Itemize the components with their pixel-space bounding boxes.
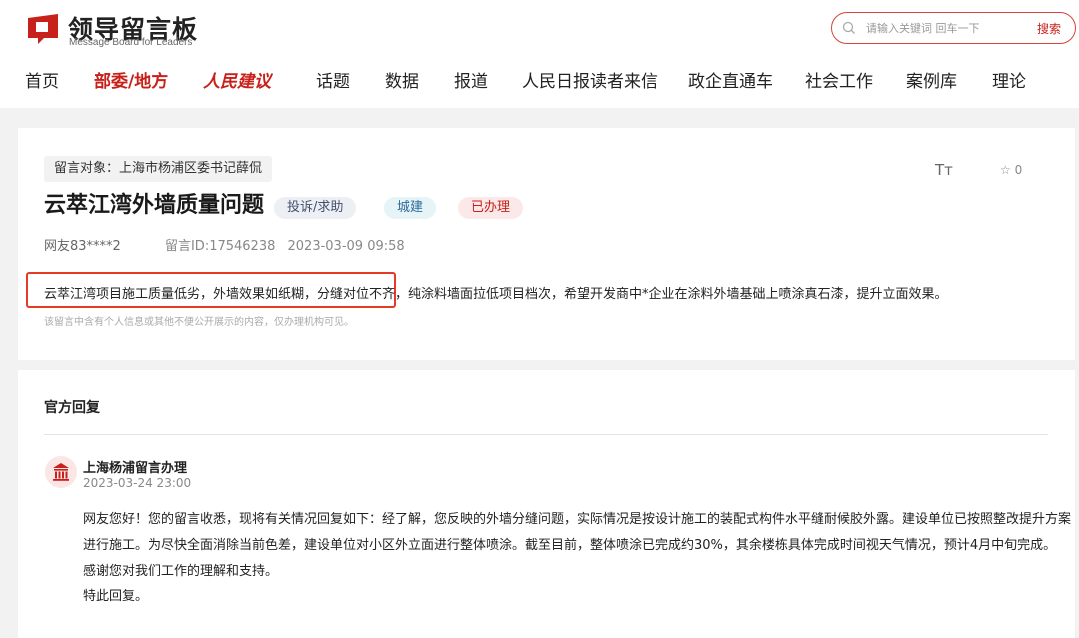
- site-header: 领导留言板 Message Board for Leaders 搜索 首页 部委…: [0, 0, 1079, 108]
- nav-item-data[interactable]: 数据: [385, 62, 419, 102]
- message-title-row: 云萃江湾外墙质量问题 投诉/求助 城建 已办理: [44, 190, 564, 222]
- search-input[interactable]: [866, 18, 1016, 38]
- search-bar: 搜索: [831, 12, 1076, 44]
- official-reply-card: 官方回复 上海杨浦留言办理 2023-03-24 23:00 网友您好！您的留言…: [18, 370, 1075, 638]
- type-badge: 投诉/求助: [274, 197, 357, 219]
- nav-item-reader-letters[interactable]: 人民日报读者来信: [522, 62, 658, 102]
- main-nav: 首页 部委/地方 人民建议 话题 数据 报道 人民日报读者来信 政企直通车 社会…: [0, 62, 1079, 102]
- nav-item-home[interactable]: 首页: [25, 62, 59, 102]
- search-button[interactable]: 搜索: [1037, 20, 1061, 37]
- reply-paragraph: 网友您好！您的留言收悉，现将有关情况回复如下：经了解，您反映的外墙分缝问题，实际…: [83, 512, 1072, 527]
- status-badge: 已办理: [458, 197, 524, 219]
- logo-subtitle: Message Board for Leaders: [69, 37, 193, 48]
- nav-item-theory[interactable]: 理论: [992, 62, 1026, 102]
- category-badge: 城建: [384, 197, 437, 219]
- message-card: 留言对象：上海市杨浦区委书记薛侃 Tт ☆ 0 云萃江湾外墙质量问题 投诉/求助…: [18, 128, 1075, 360]
- nav-item-case-library[interactable]: 案例库: [906, 62, 957, 102]
- reply-heading: 官方回复: [44, 400, 100, 416]
- privacy-notice: 该留言中含有个人信息或其他不便公开展示的内容，仅办理机构可见。: [44, 317, 354, 328]
- font-size-toggle[interactable]: Tт: [935, 161, 953, 179]
- author-name: 网友83****2: [44, 239, 121, 254]
- message-body: 云萃江湾项目施工质量低劣，外墙效果如纸糊，分缝对位不齐，纯涂料墙面拉低项目档次，…: [44, 287, 948, 302]
- message-title: 云萃江湾外墙质量问题: [44, 193, 265, 218]
- logo-mark-icon: [28, 14, 58, 44]
- message-target: 留言对象：上海市杨浦区委书记薛侃: [44, 156, 273, 182]
- message-datetime: 2023-03-09 09:58: [287, 239, 405, 254]
- reply-paragraph: 感谢您对我们工作的理解和支持。: [83, 564, 279, 579]
- reply-org-name: 上海杨浦留言办理: [83, 461, 188, 476]
- site-logo[interactable]: 领导留言板 Message Board for Leaders: [24, 10, 224, 50]
- divider: [44, 434, 1048, 435]
- nav-item-reports[interactable]: 报道: [454, 62, 488, 102]
- message-meta: 网友83****2 留言ID:17546238 2023-03-09 09:58: [44, 235, 405, 254]
- avatar: [45, 456, 77, 488]
- favorite-button[interactable]: ☆ 0: [1000, 163, 1022, 177]
- reply-paragraph: 特此回复。: [83, 589, 149, 604]
- message-id: 留言ID:17546238: [164, 239, 276, 254]
- search-icon: [842, 21, 855, 34]
- nav-item-business-express[interactable]: 政企直通车: [688, 62, 773, 102]
- government-building-icon: [53, 463, 69, 481]
- nav-item-social-work[interactable]: 社会工作: [805, 62, 873, 102]
- reply-time: 2023-03-24 23:00: [83, 476, 192, 490]
- nav-item-topics[interactable]: 话题: [316, 62, 350, 102]
- nav-item-ministries-local[interactable]: 部委/地方: [94, 62, 168, 102]
- reply-paragraph: 进行施工。为尽快全面消除当前色差，建设单位对小区外立面进行整体喷涂。截至目前，整…: [83, 538, 1057, 553]
- nav-item-people-suggestions[interactable]: 人民建议: [203, 62, 271, 102]
